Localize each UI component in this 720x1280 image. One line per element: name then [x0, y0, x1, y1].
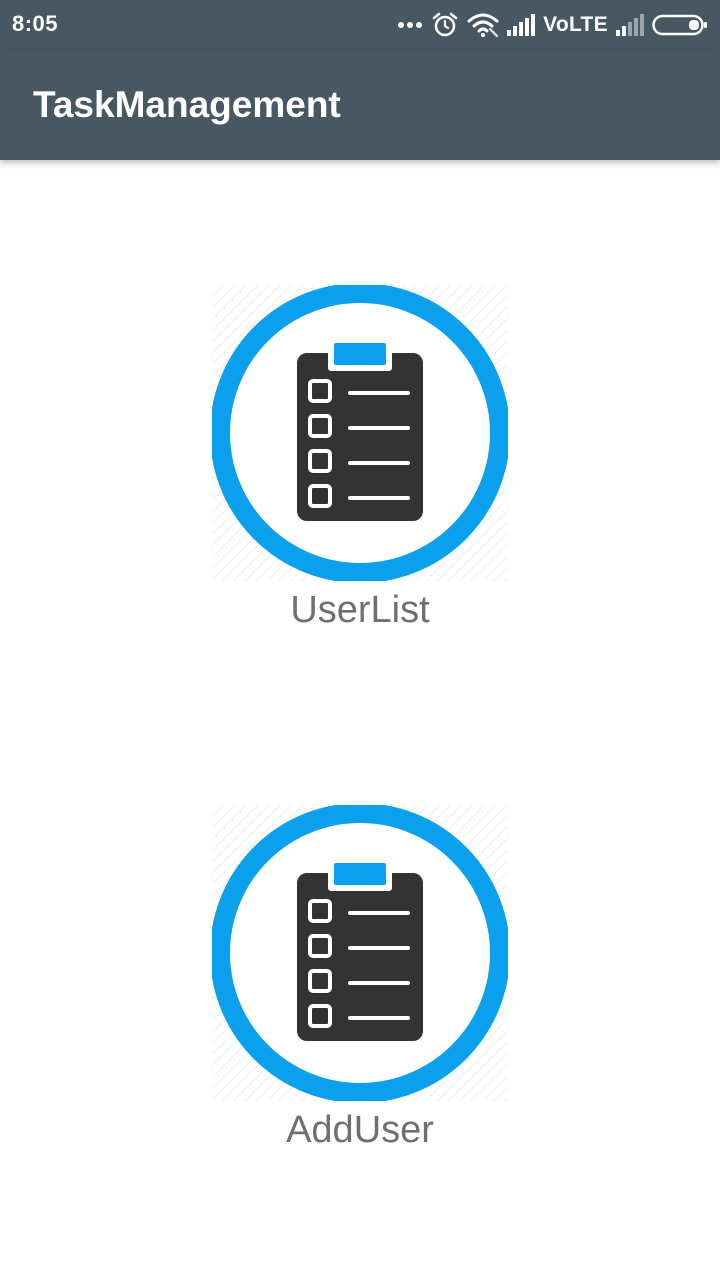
battery-icon [652, 14, 708, 36]
userlist-tile[interactable]: UserList [190, 285, 530, 665]
status-time: 8:05 [12, 11, 59, 36]
app-title: TaskManagement [33, 84, 341, 125]
signal-weak-icon [616, 14, 644, 36]
screen: 8:05 VoLTE TaskManagement UserList AddUs… [0, 0, 720, 1280]
signal-icon [507, 14, 536, 36]
userlist-label: UserList [290, 589, 430, 631]
clipboard-checklist-icon [212, 285, 508, 581]
status-bar: 8:05 VoLTE [0, 0, 720, 50]
alarm-icon [431, 11, 459, 39]
status-icons: VoLTE [397, 8, 708, 42]
more-dots-icon [397, 20, 423, 30]
adduser-label: AddUser [286, 1109, 434, 1151]
volte-label: VoLTE [543, 13, 608, 36]
wifi-icon [467, 12, 499, 38]
adduser-tile[interactable]: AddUser [190, 805, 530, 1185]
clipboard-checklist-icon [212, 805, 508, 1101]
app-bar: TaskManagement [0, 50, 720, 160]
